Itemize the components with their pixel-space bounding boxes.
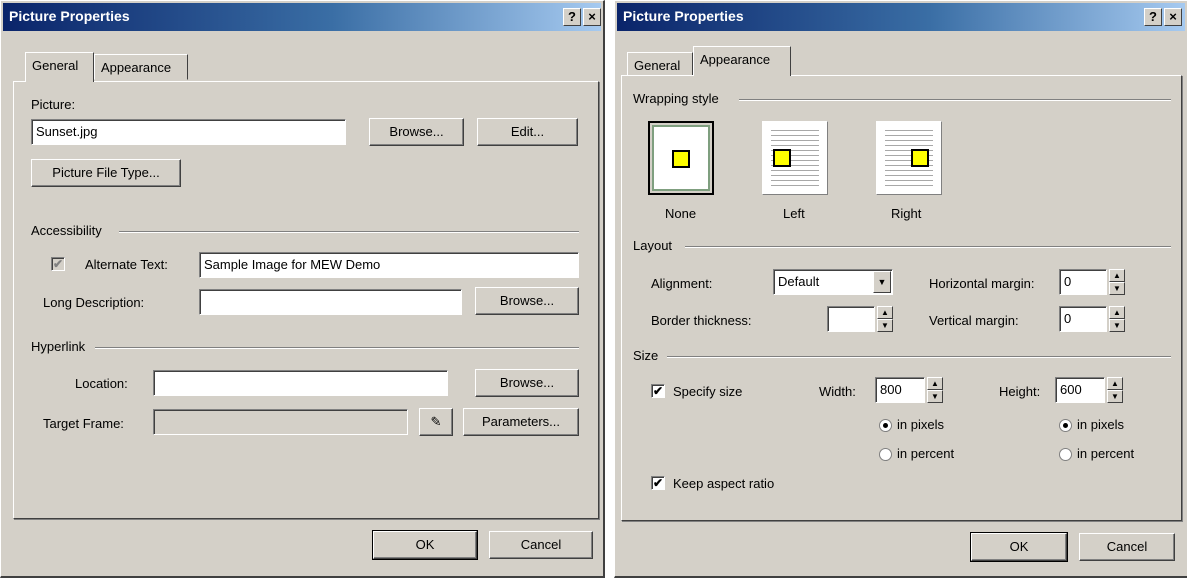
picture-file-type-button[interactable]: Picture File Type...: [31, 159, 181, 187]
parameters-button[interactable]: Parameters...: [463, 408, 579, 436]
down-icon[interactable]: ▼: [927, 390, 943, 403]
up-icon[interactable]: ▲: [877, 306, 893, 319]
close-button[interactable]: ×: [1164, 8, 1182, 26]
width-in-percent-radio[interactable]: [879, 448, 892, 461]
tab-appearance[interactable]: Appearance: [94, 54, 188, 80]
target-frame-label: Target Frame:: [43, 416, 124, 431]
keep-aspect-ratio-checkbox[interactable]: ✔: [651, 476, 665, 490]
tab-general[interactable]: General: [25, 52, 94, 82]
down-icon[interactable]: ▼: [1109, 319, 1125, 332]
down-icon[interactable]: ▼: [1107, 390, 1123, 403]
wrap-left-label: Left: [783, 206, 805, 221]
vertical-margin-input[interactable]: 0: [1059, 306, 1107, 332]
divider: [119, 231, 579, 233]
up-icon[interactable]: ▲: [927, 377, 943, 390]
wrapping-style-group-label: Wrapping style: [633, 91, 719, 106]
width-in-pixels-label: in pixels: [897, 417, 944, 432]
dialog-title: Picture Properties: [9, 8, 130, 24]
border-thickness-label: Border thickness:: [651, 313, 752, 328]
wrap-right-option[interactable]: [876, 121, 942, 195]
title-bar: Picture Properties ? ×: [3, 3, 601, 31]
vertical-margin-label: Vertical margin:: [929, 313, 1019, 328]
height-in-percent-label: in percent: [1077, 446, 1135, 461]
picture-properties-dialog-appearance: Picture Properties ? × General Appearanc…: [614, 0, 1187, 578]
wrap-none-option[interactable]: [648, 121, 714, 195]
dialog-title: Picture Properties: [623, 8, 744, 24]
alternate-text-label: Alternate Text:: [85, 257, 168, 272]
divider: [95, 347, 579, 349]
horizontal-margin-input[interactable]: 0: [1059, 269, 1107, 295]
edit-button[interactable]: Edit...: [477, 118, 578, 146]
width-in-percent-label: in percent: [897, 446, 955, 461]
up-icon[interactable]: ▲: [1109, 269, 1125, 282]
accessibility-group-label: Accessibility: [31, 223, 102, 238]
divider: [739, 99, 1171, 101]
specify-size-label: Specify size: [673, 384, 743, 399]
keep-aspect-ratio-label: Keep aspect ratio: [673, 476, 775, 491]
title-bar: Picture Properties ? ×: [617, 3, 1185, 31]
height-spinner[interactable]: ▲ ▼: [1107, 377, 1123, 403]
target-frame-input[interactable]: [153, 409, 408, 435]
image-placeholder-icon: [672, 150, 690, 168]
height-in-pixels-radio[interactable]: [1059, 419, 1072, 432]
browse-picture-button[interactable]: Browse...: [369, 118, 464, 146]
specify-size-checkbox[interactable]: ✔: [651, 384, 665, 398]
wrap-left-option[interactable]: [762, 121, 828, 195]
down-icon[interactable]: ▼: [877, 319, 893, 332]
cancel-button[interactable]: Cancel: [489, 531, 593, 559]
ok-button[interactable]: OK: [970, 532, 1068, 562]
layout-group-label: Layout: [633, 238, 673, 253]
height-in-pixels-label: in pixels: [1077, 417, 1124, 432]
location-input[interactable]: [153, 370, 448, 396]
border-thickness-input[interactable]: [827, 306, 875, 332]
width-spinner[interactable]: ▲ ▼: [927, 377, 943, 403]
cancel-button[interactable]: Cancel: [1079, 533, 1175, 561]
image-placeholder-icon: [911, 149, 929, 167]
alignment-label: Alignment:: [651, 276, 713, 291]
long-description-label: Long Description:: [43, 295, 145, 310]
picture-properties-dialog-general: Picture Properties ? × General Appearanc…: [0, 0, 605, 578]
width-label: Width:: [819, 384, 856, 399]
down-icon[interactable]: ▼: [1109, 282, 1125, 295]
height-in-percent-radio[interactable]: [1059, 448, 1072, 461]
picture-label: Picture:: [31, 97, 76, 112]
alternate-text-input[interactable]: Sample Image for MEW Demo: [199, 252, 579, 278]
tab-appearance[interactable]: Appearance: [693, 46, 791, 76]
picture-input[interactable]: Sunset.jpg: [31, 119, 346, 145]
alignment-value: Default: [778, 274, 820, 289]
divider: [685, 246, 1171, 248]
vertical-margin-spinner[interactable]: ▲ ▼: [1109, 306, 1125, 332]
ok-button[interactable]: OK: [372, 530, 478, 560]
height-label: Height:: [999, 384, 1041, 399]
width-input[interactable]: 800: [875, 377, 925, 403]
height-input[interactable]: 600: [1055, 377, 1105, 403]
help-button[interactable]: ?: [1144, 8, 1162, 26]
chevron-down-icon[interactable]: ▼: [873, 271, 891, 293]
horizontal-margin-label: Horizontal margin:: [929, 276, 1035, 291]
hyperlink-group-label: Hyperlink: [31, 339, 86, 354]
border-thickness-spinner[interactable]: ▲ ▼: [877, 306, 893, 332]
wrap-right-label: Right: [891, 206, 922, 221]
up-icon[interactable]: ▲: [1107, 377, 1123, 390]
width-in-pixels-radio[interactable]: [879, 419, 892, 432]
long-description-input[interactable]: [199, 289, 462, 315]
help-button[interactable]: ?: [563, 8, 581, 26]
horizontal-margin-spinner[interactable]: ▲ ▼: [1109, 269, 1125, 295]
location-label: Location:: [75, 376, 128, 391]
target-frame-picker-button[interactable]: ✎: [419, 408, 453, 436]
image-placeholder-icon: [773, 149, 791, 167]
close-button[interactable]: ×: [583, 8, 601, 26]
browse-location-button[interactable]: Browse...: [475, 369, 579, 397]
pencil-icon: ✎: [430, 414, 442, 429]
size-group-label: Size: [633, 348, 659, 363]
wrap-none-label: None: [665, 206, 697, 221]
browse-long-description-button[interactable]: Browse...: [475, 287, 579, 315]
alternate-text-checkbox[interactable]: ✔: [51, 257, 65, 271]
divider: [667, 356, 1171, 358]
up-icon[interactable]: ▲: [1109, 306, 1125, 319]
